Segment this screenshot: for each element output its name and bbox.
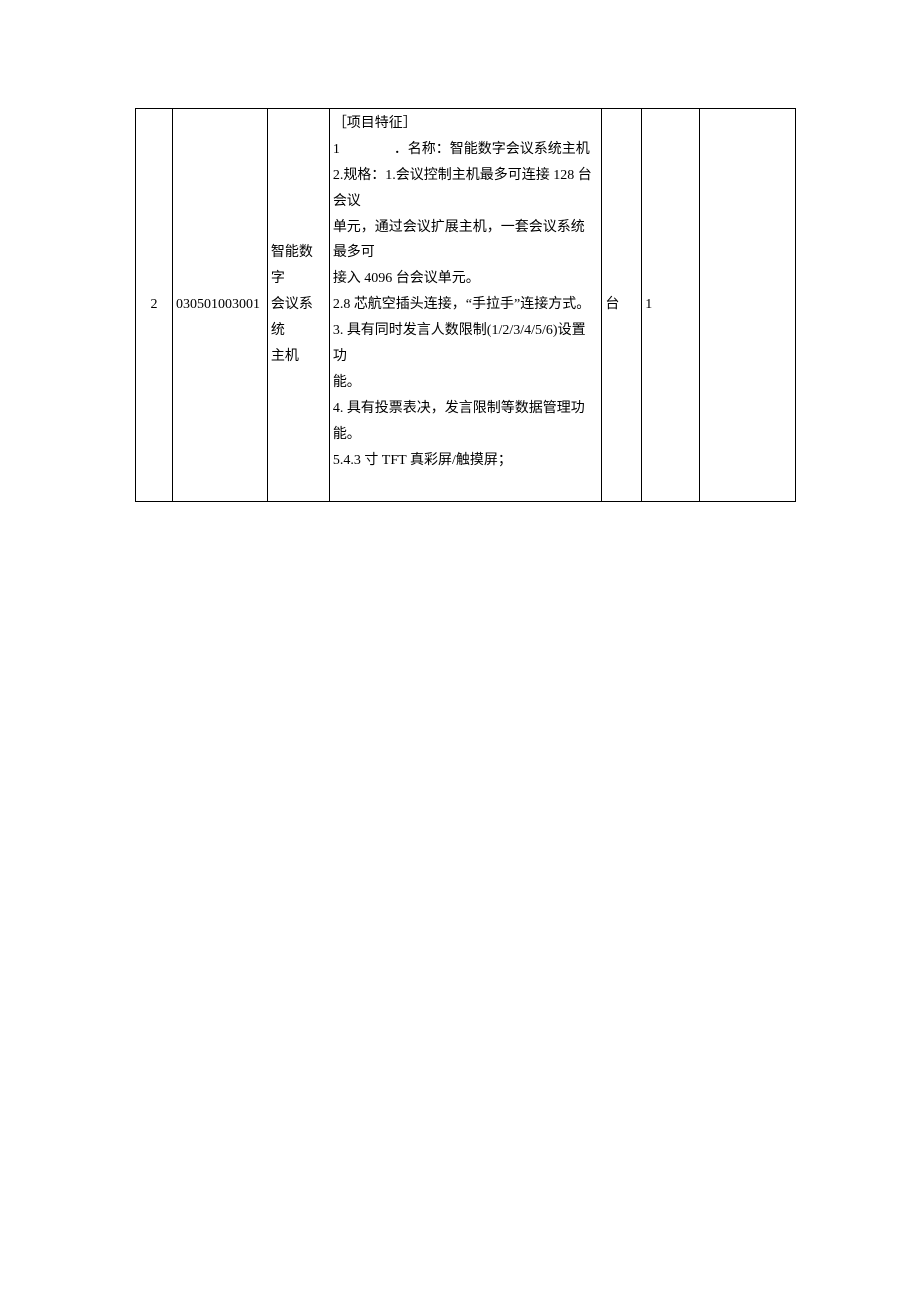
cell-seq: 2 xyxy=(136,109,173,502)
name-line: 主机 xyxy=(271,344,326,370)
desc-line: 2.8 芯航空插头连接，“手拉手”连接方式。 xyxy=(333,292,599,318)
cell-description: ［项目特征］ 1．名称：智能数字会议系统主机 2.规格：1.会议控制主机最多可连… xyxy=(329,109,602,502)
cell-empty xyxy=(700,109,796,502)
desc-line: 5.4.3 寸 TFT 真彩屏/触摸屏； xyxy=(333,448,599,474)
cell-qty: 1 xyxy=(642,109,700,502)
desc-header: ［项目特征］ xyxy=(333,111,599,137)
cell-code: 030501003001 xyxy=(172,109,267,502)
name-line: 智能数字 xyxy=(271,240,326,292)
desc-line: 3. 具有同时发言人数限制(1/2/3/4/5/6)设置功 xyxy=(333,318,599,370)
desc-line: 能。 xyxy=(333,370,599,396)
desc-line: 接入 4096 台会议单元。 xyxy=(333,266,599,292)
desc-line: 1．名称：智能数字会议系统主机 xyxy=(333,137,599,163)
spec-table: 2 030501003001 智能数字 会议系统 主机 ［项目特征］ 1．名称：… xyxy=(135,108,796,502)
table-row: 2 030501003001 智能数字 会议系统 主机 ［项目特征］ 1．名称：… xyxy=(136,109,796,502)
desc-line: 2.规格：1.会议控制主机最多可连接 128 台会议 xyxy=(333,163,599,215)
desc-rest: ．名称：智能数字会议系统主机 xyxy=(340,142,590,157)
name-line: 会议系统 xyxy=(271,292,326,344)
desc-line: 单元，通过会议扩展主机，一套会议系统最多可 xyxy=(333,215,599,267)
desc-prefix: 1 xyxy=(333,142,340,157)
cell-name: 智能数字 会议系统 主机 xyxy=(267,109,329,502)
desc-blank xyxy=(333,473,599,499)
cell-unit: 台 xyxy=(602,109,642,502)
desc-line: 4. 具有投票表决，发言限制等数据管理功能。 xyxy=(333,396,599,448)
